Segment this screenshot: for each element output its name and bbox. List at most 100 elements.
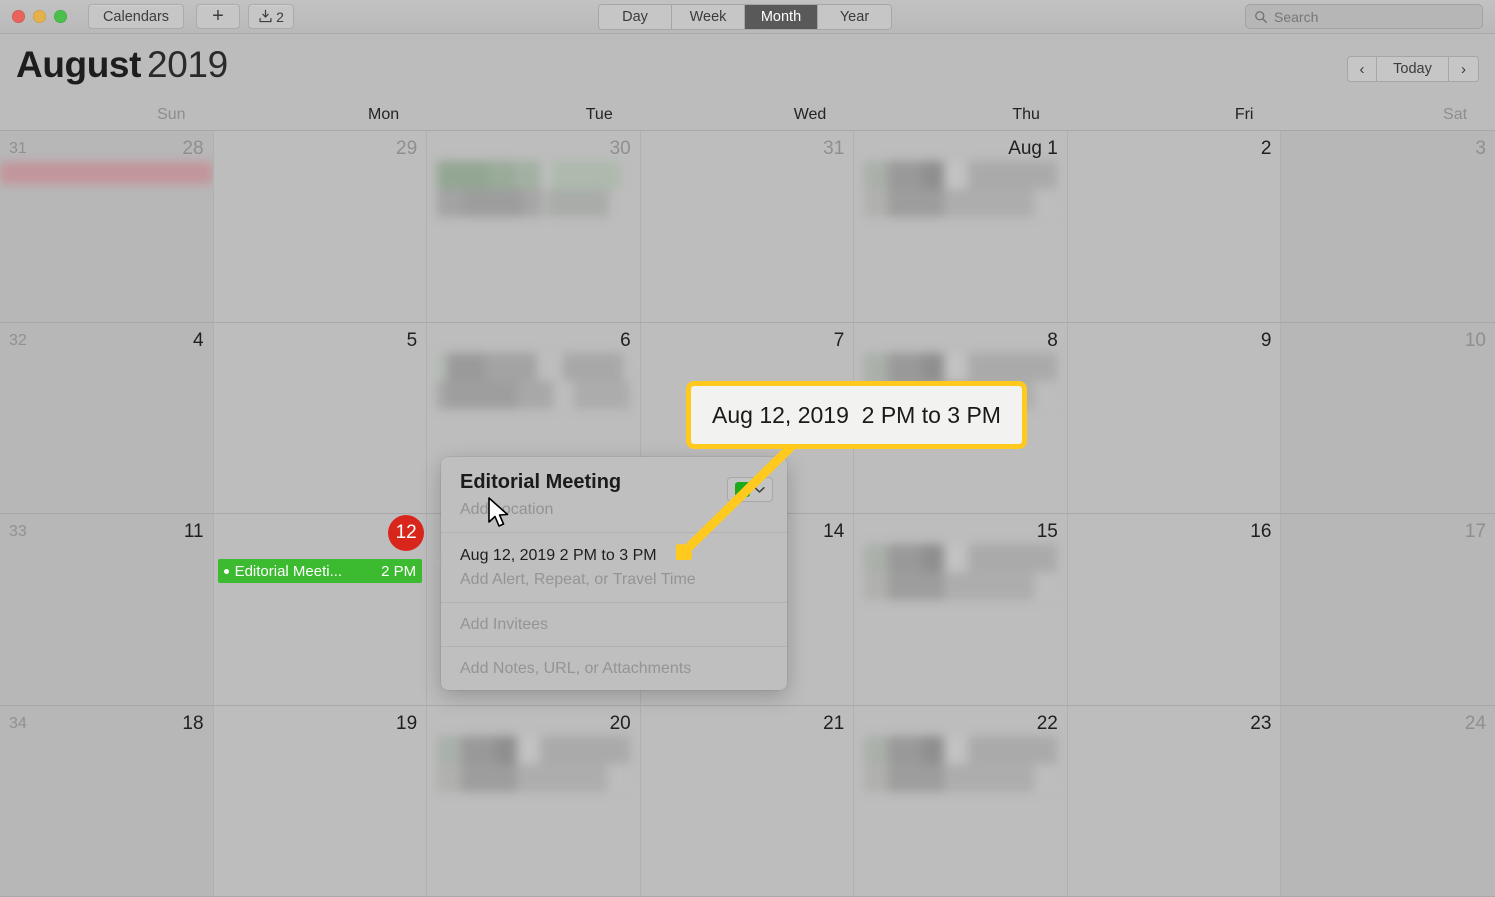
view-tab-month[interactable]: Month <box>745 5 818 29</box>
event-chip-title: Editorial Meeti... <box>234 562 343 580</box>
weekday-label-sat: Sat <box>1443 106 1468 123</box>
day-cell-tue-20[interactable]: 20 <box>427 705 641 897</box>
weekday-header-row: Sun Mon Tue Wed Thu Fri Sat <box>0 100 1495 131</box>
day-cell-thu-22[interactable]: 22 <box>854 705 1068 897</box>
popover-datetime-value[interactable]: Aug 12, 2019 2 PM to 3 PM <box>460 547 768 565</box>
day-cell-sat-24[interactable]: 24 <box>1281 705 1495 897</box>
weekday-label-fri: Fri <box>1234 106 1254 123</box>
view-tab-week[interactable]: Week <box>672 5 745 29</box>
week-number: 33 <box>9 523 27 540</box>
previous-month-button[interactable]: ‹ <box>1348 57 1377 81</box>
day-number: 17 <box>1464 521 1486 542</box>
weekday-label-wed: Wed <box>793 106 827 123</box>
day-number: 31 <box>823 138 845 159</box>
day-number: 22 <box>1036 712 1058 734</box>
redacted-event-bar <box>437 161 630 217</box>
redacted-event-bar <box>437 735 630 792</box>
calendar-event-chip[interactable]: Editorial Meeti... 2 PM <box>217 559 423 583</box>
day-number: 14 <box>823 521 845 542</box>
chevron-down-icon <box>754 486 765 493</box>
day-cell-wed-21[interactable]: 21 <box>640 705 855 897</box>
popover-datetime-section: Aug 12, 2019 2 PM to 3 PM Add Alert, Rep… <box>441 532 787 602</box>
view-tab-year[interactable]: Year <box>818 5 891 29</box>
traffic-light-group <box>12 10 67 23</box>
day-cell-tue-30[interactable]: 30 <box>427 131 641 323</box>
date-navigation-group[interactable]: ‹ Today › <box>1347 56 1479 82</box>
today-button[interactable]: Today <box>1377 57 1449 81</box>
weekday-label-sun: Sun <box>157 106 186 123</box>
event-detail-popover[interactable]: Editorial Meeting Add Location Aug 12, 2… <box>441 457 787 690</box>
day-cell-mon-29[interactable]: 29 <box>213 131 428 323</box>
search-placeholder: Search <box>1274 8 1319 25</box>
calendars-button-label: Calendars <box>102 8 170 25</box>
weekday-label-thu: Thu <box>1012 106 1040 123</box>
day-cell-thu-1[interactable]: Aug 1 <box>854 131 1068 323</box>
day-number: 21 <box>823 712 845 734</box>
day-number: 3 <box>1475 138 1486 159</box>
day-cell-fri-9[interactable]: 9 <box>1067 322 1282 514</box>
annotation-callout-text: Aug 12, 2019 2 PM to 3 PM <box>712 401 1001 428</box>
inbox-count: 2 <box>276 8 284 25</box>
day-cell-sat-10[interactable]: 10 <box>1281 322 1495 514</box>
day-cell-wed-31[interactable]: 31 <box>640 131 855 323</box>
close-window-button[interactable] <box>12 10 25 23</box>
calendars-button[interactable]: Calendars <box>88 4 184 29</box>
day-number: 20 <box>609 712 631 734</box>
day-number: 15 <box>1036 521 1058 542</box>
day-number: 30 <box>609 138 631 159</box>
day-cell-sun-18[interactable]: 34 18 <box>0 705 214 897</box>
day-cell-mon-19[interactable]: 19 <box>213 705 428 897</box>
next-month-button[interactable]: › <box>1449 57 1478 81</box>
popover-notes-placeholder[interactable]: Add Notes, URL, or Attachments <box>460 660 768 678</box>
day-number: 8 <box>1047 329 1058 351</box>
day-cell-sun-4[interactable]: 32 4 <box>0 322 214 514</box>
popover-invitees-placeholder[interactable]: Add Invitees <box>460 616 768 634</box>
day-cell-sat-17[interactable]: 17 <box>1281 514 1495 706</box>
inbox-button[interactable]: 2 <box>248 4 294 29</box>
day-cell-fri-16[interactable]: 16 <box>1067 514 1282 706</box>
popover-invitees-section: Add Invitees <box>441 602 787 646</box>
calendar-app-window: Calendars + 2 Day Week Month Year Search <box>0 0 1495 897</box>
view-tab-day[interactable]: Day <box>599 5 672 29</box>
window-titlebar: Calendars + 2 Day Week Month Year Search <box>0 0 1495 34</box>
day-cell-fri-2[interactable]: 2 <box>1067 131 1282 323</box>
day-number: 29 <box>396 138 418 159</box>
day-cell-sun-28[interactable]: 31 28 <box>0 131 214 323</box>
popover-summary-section: Editorial Meeting Add Location <box>441 457 787 532</box>
zoom-window-button[interactable] <box>54 10 67 23</box>
page-title: August 2019 <box>16 44 228 86</box>
month-header: August 2019 ‹ Today › <box>0 34 1495 100</box>
day-number: 16 <box>1250 521 1272 542</box>
redacted-event-bar <box>864 544 1057 600</box>
popover-location-placeholder[interactable]: Add Location <box>460 501 768 519</box>
search-field[interactable]: Search <box>1245 4 1483 29</box>
day-cell-sat-3[interactable]: 3 <box>1281 131 1495 323</box>
day-cell-mon-12[interactable]: 12 Editorial Meeti... 2 PM <box>213 514 428 706</box>
day-number: Aug 1 <box>1008 138 1058 159</box>
search-icon <box>1255 10 1267 23</box>
week-number: 31 <box>9 140 27 157</box>
day-cell-sun-11[interactable]: 33 11 <box>0 514 214 706</box>
day-number: 2 <box>1260 138 1272 159</box>
popover-alert-placeholder[interactable]: Add Alert, Repeat, or Travel Time <box>460 571 768 589</box>
day-number: 18 <box>182 712 204 734</box>
add-event-button[interactable]: + <box>196 4 240 29</box>
popover-event-title[interactable]: Editorial Meeting <box>460 471 768 494</box>
day-cell-fri-23[interactable]: 23 <box>1067 705 1282 897</box>
day-number: 9 <box>1260 329 1272 351</box>
day-number: 23 <box>1250 712 1272 734</box>
calendar-color-picker[interactable] <box>727 477 773 502</box>
minimize-window-button[interactable] <box>33 10 46 23</box>
day-cell-thu-15[interactable]: 15 <box>854 514 1068 706</box>
event-chip-time: 2 PM <box>381 562 417 580</box>
popover-notes-section: Add Notes, URL, or Attachments <box>441 646 787 690</box>
view-mode-segmented-control[interactable]: Day Week Month Year <box>598 4 892 30</box>
day-number: 28 <box>182 138 204 159</box>
year-number: 2019 <box>147 44 228 85</box>
day-cell-mon-5[interactable]: 5 <box>213 322 428 514</box>
annotation-callout: Aug 12, 2019 2 PM to 3 PM <box>686 381 1027 449</box>
day-number: 5 <box>406 329 418 351</box>
tray-download-icon <box>259 9 272 23</box>
redacted-event-bar <box>864 735 1057 792</box>
event-bullet-icon <box>223 568 229 574</box>
